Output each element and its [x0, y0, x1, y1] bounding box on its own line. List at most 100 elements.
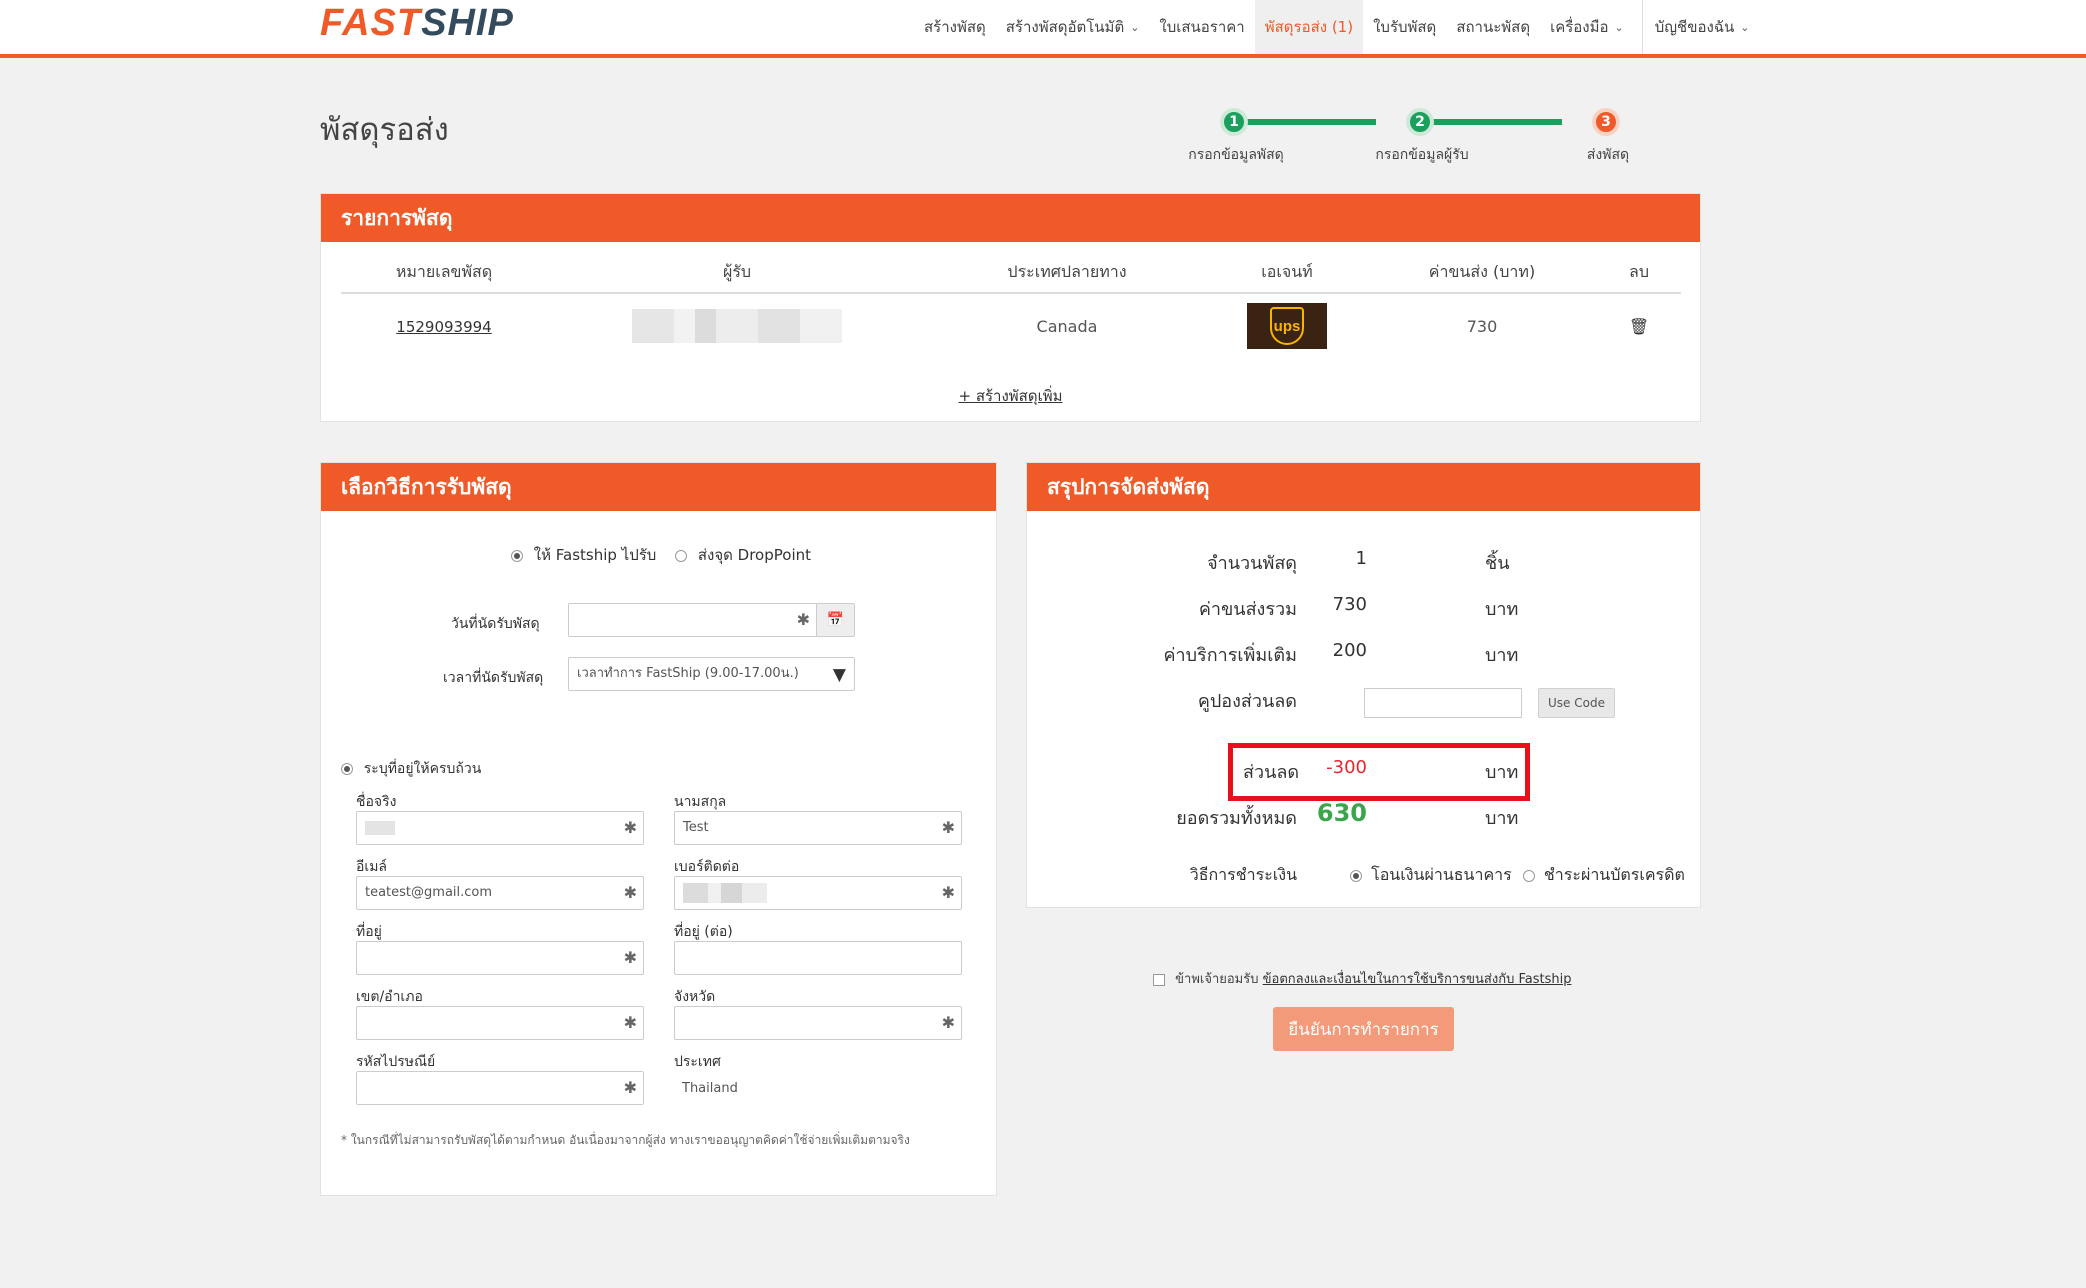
chevron-down-icon: ⌄: [1614, 20, 1624, 34]
trash-icon[interactable]: 🗑: [1629, 317, 1649, 336]
nav-parcel-status[interactable]: สถานะพัสดุ: [1446, 0, 1540, 54]
pickup-time-label: เวลาที่นัดรับพัสดุ: [443, 670, 544, 686]
calendar-icon[interactable]: 📅: [816, 604, 854, 636]
total-shipping-value: 730: [1332, 594, 1367, 615]
address-input[interactable]: ✱: [356, 941, 644, 975]
pickup-date-label: วันที่นัดรับพัสดุ: [451, 616, 540, 632]
nav-label: บัญชีของฉัน: [1654, 18, 1735, 36]
confirm-transaction-button[interactable]: ยืนยันการทำรายการ: [1273, 1007, 1454, 1051]
logo-ship-text: SHIP: [421, 2, 514, 44]
extra-service-label: ค่าบริการเพิ่มเติม: [1163, 645, 1297, 666]
top-navbar: FASTSHIP สร้างพัสดุ สร้างพัสดุอัตโนมัติ ⌄…: [0, 0, 2086, 58]
email-input[interactable]: teatest@gmail.com ✱: [356, 876, 644, 910]
nav-label: เครื่องมือ: [1550, 18, 1609, 36]
grand-total-value: 630: [1316, 799, 1367, 827]
radio-address-option[interactable]: [341, 762, 353, 775]
district-input[interactable]: ✱: [356, 1006, 644, 1040]
required-asterisk-icon: ✱: [941, 818, 955, 837]
required-asterisk-icon: ✱: [623, 883, 637, 902]
nav-quotation[interactable]: ใบเสนอราคา: [1149, 0, 1254, 54]
phone-redacted: [683, 882, 767, 903]
extra-service-unit: บาท: [1485, 645, 1519, 666]
nav-tools[interactable]: เครื่องมือ ⌄: [1540, 0, 1634, 54]
radio-droppoint[interactable]: [675, 549, 688, 562]
nav-label: สร้างพัสดุอัตโนมัติ: [1005, 18, 1125, 36]
col-country-header: ประเทศปลายทาง: [1007, 261, 1127, 281]
total-shipping-label: ค่าขนส่งรวม: [1198, 599, 1297, 620]
nav-pending-parcels[interactable]: พัสดุรอส่ง (1): [1254, 0, 1364, 54]
nav-my-account[interactable]: บัญชีของฉัน ⌄: [1641, 0, 1760, 54]
step-connector: [1422, 119, 1562, 125]
grand-total-unit: บาท: [1485, 808, 1519, 829]
nav-create-parcel[interactable]: สร้างพัสดุ: [914, 0, 996, 54]
add-more-parcel-link[interactable]: + สร้างพัสดุเพิ่ม: [321, 384, 1700, 408]
nav-receipts[interactable]: ใบรับพัสดุ: [1363, 0, 1446, 54]
address-option: ระบุที่อยู่ให้ครบถ้วน: [341, 758, 481, 780]
col-agent-header: เอเจนท์: [1261, 261, 1313, 281]
radio-bank-transfer[interactable]: [1350, 869, 1362, 882]
recipient-redacted: [632, 309, 842, 343]
payment-options: โอนเงินผ่านธนาคาร ชำระผ่านบัตรเครดิต: [1350, 863, 1685, 893]
step-connector: [1236, 119, 1376, 125]
phone-input[interactable]: ✱: [674, 876, 962, 910]
use-code-button[interactable]: Use Code: [1538, 688, 1615, 718]
bank-transfer-label: โอนเงินผ่านธนาคาร: [1371, 865, 1512, 884]
parcel-count-label: จำนวนพัสดุ: [1207, 553, 1297, 574]
radio-credit-card[interactable]: [1522, 869, 1535, 882]
coupon-input[interactable]: [1364, 688, 1522, 718]
step-2-label: กรอกข้อมูลผู้รับ: [1375, 147, 1469, 163]
address-label: ที่อยู่: [356, 924, 382, 940]
province-input[interactable]: ✱: [674, 1006, 962, 1040]
col-tracking-header: หมายเลขพัสดุ: [395, 261, 493, 281]
payment-method-label: วิธีการชำระเงิน: [1189, 865, 1297, 884]
nav-auto-create[interactable]: สร้างพัสดุอัตโนมัติ ⌄: [996, 0, 1150, 54]
step-2-dot: 2: [1406, 108, 1434, 136]
lastname-value: Test: [683, 820, 709, 835]
terms-prefix: ข้าพเจ้ายอมรับ: [1175, 972, 1259, 987]
coupon-label: คูปองส่วนลด: [1197, 691, 1297, 712]
nav-label: ใบรับพัสดุ: [1373, 18, 1437, 36]
lastname-input[interactable]: Test ✱: [674, 811, 962, 845]
parcel-list-panel: รายการพัสดุ หมายเลขพัสดุ ผู้รับ ประเทศปล…: [320, 193, 1701, 422]
table-header-row: หมายเลขพัสดุ ผู้รับ ประเทศปลายทาง เอเจนท…: [341, 252, 1681, 294]
step-3-label: ส่งพัสดุ: [1586, 147, 1630, 163]
pickup-time-select[interactable]: เวลาทำการ FastShip (9.00-17.00น.) ▼: [568, 657, 855, 691]
discount-value: -300: [1326, 757, 1367, 778]
required-asterisk-icon: ✱: [796, 610, 810, 629]
parcel-count-value: 1: [1355, 548, 1367, 569]
terms-checkbox[interactable]: [1153, 973, 1165, 986]
required-asterisk-icon: ✱: [941, 1013, 955, 1032]
firstname-redacted: [365, 820, 395, 835]
pickup-option-group: ให้ Fastship ไปรับ ส่งจุด DropPoint: [511, 543, 811, 567]
terms-agreement: ข้าพเจ้ายอมรับ ข้อตกลงและเงื่อนไขในการใช…: [1153, 968, 1571, 989]
firstname-input[interactable]: ✱: [356, 811, 644, 845]
col-recipient-header: ผู้รับ: [722, 261, 752, 281]
pickup-date-input[interactable]: ✱ 📅: [568, 603, 855, 637]
terms-link[interactable]: ข้อตกลงและเงื่อนไขในการใช้บริการขนส่งกับ…: [1263, 972, 1572, 987]
email-value: teatest@gmail.com: [365, 885, 493, 900]
address2-input[interactable]: [674, 941, 962, 975]
total-shipping-unit: บาท: [1485, 599, 1519, 620]
destination-country: Canada: [1036, 316, 1098, 336]
step-1-label: กรอกข้อมูลพัสดุ: [1188, 147, 1284, 163]
shipping-cost: 730: [1466, 316, 1498, 336]
option-fastship-label: ให้ Fastship ไปรับ: [533, 546, 657, 564]
postcode-input[interactable]: ✱: [356, 1071, 644, 1105]
lastname-label: นามสกุล: [674, 794, 727, 810]
fastship-logo[interactable]: FASTSHIP: [320, 2, 514, 45]
phone-label: เบอร์ติดต่อ: [674, 859, 740, 875]
tracking-number-link[interactable]: 1529093994: [396, 318, 491, 336]
option-droppoint-label: ส่งจุด DropPoint: [697, 546, 811, 564]
grand-total-label: ยอดรวมทั้งหมด: [1176, 808, 1297, 829]
radio-fastship-pickup[interactable]: [511, 549, 523, 562]
discount-label: ส่วนลด: [1243, 762, 1300, 783]
parcel-count-unit: ชิ้น: [1485, 553, 1510, 574]
parcel-list-title: รายการพัสดุ: [321, 194, 1700, 242]
logo-fast-text: FAST: [320, 2, 422, 44]
nav-label: ใบเสนอราคา: [1159, 18, 1245, 36]
step-3-dot: 3: [1592, 108, 1620, 136]
chevron-down-icon: ⌄: [1740, 20, 1750, 34]
province-label: จังหวัด: [674, 989, 716, 1005]
pickup-time-value: เวลาทำการ FastShip (9.00-17.00น.): [577, 666, 799, 681]
ups-logo: ups: [1247, 303, 1327, 349]
